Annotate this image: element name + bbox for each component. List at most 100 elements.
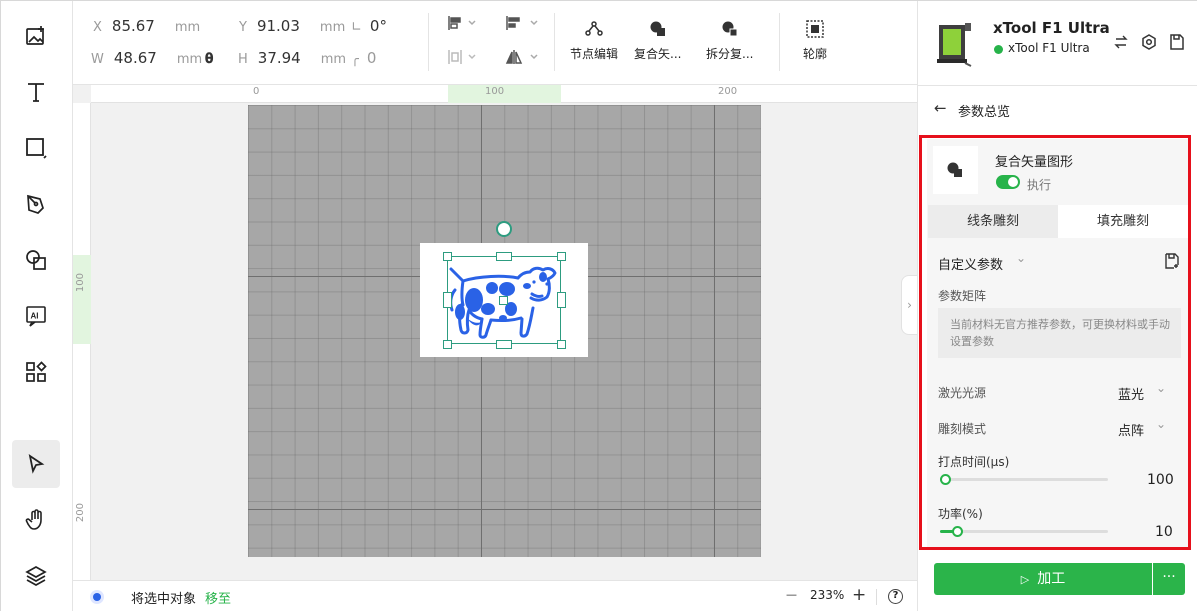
shapes-icon [26,250,46,270]
w-unit: mm [176,52,203,67]
h-field[interactable]: H 37.94 mm [238,49,346,67]
apps-tool[interactable] [12,348,60,396]
resize-handle[interactable] [557,292,566,308]
hand-icon [25,509,42,530]
ai-icon: AI [26,306,46,327]
rotate-handle[interactable] [496,221,512,237]
x-value[interactable]: 85.67 [112,17,155,35]
layers-tool[interactable] [12,552,60,600]
pen-tool[interactable] [12,180,60,228]
tab-fill-engrave[interactable]: 填充雕刻 [1058,205,1188,238]
combine-button[interactable]: 复合矢... [634,19,681,62]
flip-button[interactable] [505,49,539,69]
flip-icon [505,50,538,64]
distribute-button[interactable] [447,49,477,69]
ai-tool[interactable]: AI [12,292,60,340]
power-label: 功率(%) [938,507,983,521]
outline-label: 轮廓 [803,47,828,61]
save-preset-icon[interactable] [1164,253,1180,269]
combine-shape-tool[interactable] [12,236,60,284]
panel-collapse-tab[interactable]: › [901,275,917,335]
help-button[interactable]: ? [888,589,903,604]
center-handle[interactable] [499,296,508,305]
corner-field[interactable]: ╭ 0 [351,49,376,67]
node-edit-button[interactable]: 节点编辑 [570,19,618,62]
preset-dropdown[interactable]: 自定义参数 [938,254,1003,273]
dot-time-label: 打点时间(μs) [938,455,1010,469]
settings-icon[interactable] [1141,34,1157,50]
resize-handle[interactable] [496,340,512,349]
device-model: xTool F1 Ultra [1008,41,1090,55]
outline-button[interactable]: 轮廓 [803,19,827,62]
split-button[interactable]: 拆分复... [706,19,753,62]
chevron-down-icon[interactable]: ⌄ [1016,251,1026,265]
w-label: W [91,52,104,67]
slider-knob[interactable] [952,526,963,537]
select-tool[interactable] [12,440,60,488]
h-value[interactable]: 37.94 [258,49,301,67]
chevron-down-icon[interactable]: ⌄ [1156,381,1166,395]
y-field[interactable]: Y 91.03 mm [239,17,345,35]
align-horizontal-button[interactable] [447,15,477,35]
slider-knob[interactable] [940,474,951,485]
resize-handle[interactable] [443,292,452,308]
laser-source-select[interactable]: 蓝光 [1118,384,1144,403]
execute-toggle[interactable] [996,175,1020,189]
chevron-down-icon[interactable]: ⌄ [1156,417,1166,431]
back-arrow-icon[interactable]: ← [934,99,947,117]
y-value[interactable]: 91.03 [257,17,300,35]
resize-handle[interactable] [557,340,566,349]
node-edit-label: 节点编辑 [570,47,619,61]
save-icon[interactable] [1169,34,1184,50]
lock-ratio-toggle[interactable]: 𝛉 [205,49,213,67]
x-unit: mm [174,20,201,35]
angle-icon: ∟ [351,20,362,35]
power-value[interactable]: 10 [1155,524,1173,540]
left-toolbar: AI [1,1,73,611]
power-slider[interactable] [940,526,1108,537]
resize-handle[interactable] [496,252,512,261]
x-field[interactable]: X 85.67 mm [93,17,200,35]
move-to-link[interactable]: 移至 [205,588,231,607]
zoom-in-button[interactable]: + [852,585,866,605]
angle-field[interactable]: ∟ 0° [351,17,387,35]
text-icon [28,83,44,102]
corner-value[interactable]: 0 [367,49,377,67]
status-indicator [90,590,104,604]
align-vertical-button[interactable] [505,15,539,35]
combine-label: 复合矢... [634,47,682,61]
shape-tool[interactable] [12,124,60,172]
tab-line-engrave[interactable]: 线条雕刻 [928,205,1058,238]
hand-tool[interactable] [12,496,60,544]
ruler-tick: 100 [485,86,505,97]
resize-handle[interactable] [443,252,452,261]
distribute-icon [448,50,476,64]
resize-handle[interactable] [557,252,566,261]
run-button[interactable]: ▷ 加工 [934,563,1152,595]
object-name: 复合矢量图形 [995,155,1074,170]
engrave-mode-select[interactable]: 点阵 [1118,420,1144,439]
dot-time-slider[interactable] [940,474,1108,485]
switch-device-icon[interactable] [1114,35,1128,49]
panel-title: 参数总览 [958,105,1011,120]
zoom-out-button[interactable]: — [786,588,797,601]
text-tool[interactable] [12,68,60,116]
resize-handle[interactable] [443,340,452,349]
image-add-icon [26,26,44,45]
angle-value[interactable]: 0° [370,17,387,35]
horizontal-ruler: 0 100 200 [91,85,917,103]
divider [779,13,780,71]
add-image-tool[interactable] [12,12,60,60]
dot-time-value[interactable]: 100 [1147,472,1174,488]
more-options-button[interactable]: ··· [1153,563,1185,595]
status-bar: 将选中对象 移至 — 233% + ? [73,580,917,611]
ruler-selection-highlight [73,255,91,344]
split-icon [722,21,738,37]
w-field[interactable]: W 48.67 mm [91,49,202,67]
ruler-selection-highlight [448,85,561,103]
status-text: 将选中对象 [131,592,197,607]
vertical-ruler: 100 200 [73,103,91,580]
canvas-area[interactable]: 0 100 200 100 200 › [73,85,917,580]
w-value[interactable]: 48.67 [114,49,157,67]
zoom-level[interactable]: 233% [810,588,844,602]
